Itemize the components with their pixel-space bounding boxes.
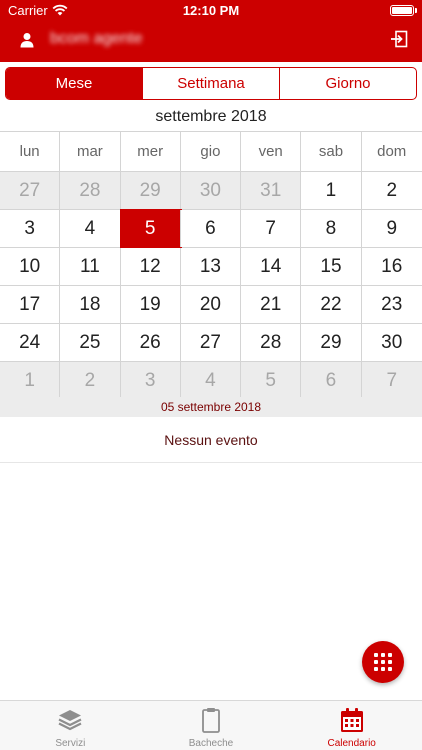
calendar-week-row: 10 11 12 13 14 15 16 [0, 248, 422, 286]
day-cell[interactable]: 19 [120, 286, 181, 323]
weekday-label: lun [0, 132, 61, 171]
calendar-week-row: 24 25 26 27 28 29 30 [0, 324, 422, 362]
day-cell[interactable]: 25 [60, 324, 121, 361]
day-cell[interactable]: 6 [180, 210, 242, 247]
day-cell[interactable]: 11 [60, 248, 121, 285]
day-cell-prev-month[interactable]: 31 [241, 172, 302, 209]
grid-icon [374, 653, 392, 671]
day-cell[interactable]: 9 [361, 210, 422, 247]
logout-icon[interactable] [390, 30, 408, 48]
tab-label: Servizi [55, 738, 86, 749]
user-icon[interactable] [20, 32, 34, 48]
tab-servizi[interactable]: Servizi [0, 701, 141, 750]
day-cell-prev-month[interactable]: 28 [60, 172, 121, 209]
day-cell-next-month[interactable]: 5 [241, 362, 302, 399]
day-cell[interactable]: 30 [361, 324, 422, 361]
day-cell-next-month[interactable]: 3 [120, 362, 181, 399]
weekday-label: dom [361, 132, 422, 171]
day-cell[interactable]: 3 [0, 210, 61, 247]
battery-icon [390, 5, 417, 16]
weekday-label: ven [241, 132, 302, 171]
tab-week[interactable]: Settimana [143, 68, 280, 99]
day-cell[interactable]: 18 [60, 286, 121, 323]
day-cell[interactable]: 27 [180, 324, 242, 361]
day-cell[interactable]: 21 [241, 286, 302, 323]
tab-label: Bacheche [188, 738, 234, 749]
day-cell-next-month[interactable]: 4 [180, 362, 242, 399]
no-events-message: Nessun evento [0, 417, 422, 463]
weekday-label: mer [120, 132, 181, 171]
day-cell-prev-month[interactable]: 30 [180, 172, 242, 209]
day-cell[interactable]: 1 [301, 172, 362, 209]
tab-month[interactable]: Mese [6, 68, 143, 99]
day-cell[interactable]: 24 [0, 324, 61, 361]
day-cell[interactable]: 20 [180, 286, 242, 323]
day-cell[interactable]: 22 [301, 286, 362, 323]
tab-day[interactable]: Giorno [280, 68, 416, 99]
weekday-label: gio [180, 132, 242, 171]
clipboard-icon [202, 708, 220, 733]
user-name: bcom agente [50, 30, 143, 47]
day-cell[interactable]: 29 [301, 324, 362, 361]
layers-icon [58, 710, 82, 731]
calendar-week-row: 27 28 29 30 31 1 2 [0, 172, 422, 210]
calendar-week-row: 17 18 19 20 21 22 23 [0, 286, 422, 324]
day-cell[interactable]: 10 [0, 248, 61, 285]
status-time: 12:10 PM [182, 3, 240, 18]
day-cell-selected[interactable]: 5 [119, 209, 182, 248]
day-cell[interactable]: 14 [241, 248, 302, 285]
tab-calendario[interactable]: Calendario [281, 701, 422, 750]
day-cell[interactable]: 2 [361, 172, 422, 209]
tab-label: Calendario [327, 738, 376, 749]
app-header: Carrier 12:10 PM bcom agente [0, 0, 422, 62]
view-mode-selector: Mese Settimana Giorno [5, 67, 417, 100]
day-cell[interactable]: 12 [120, 248, 181, 285]
day-cell[interactable]: 15 [301, 248, 362, 285]
weekday-header: lun mar mer gio ven sab dom [0, 132, 422, 172]
day-cell-next-month[interactable]: 2 [60, 362, 121, 399]
day-cell[interactable]: 13 [180, 248, 242, 285]
selected-date-label: 05 settembre 2018 [0, 397, 422, 417]
status-bar: Carrier 12:10 PM [0, 0, 422, 22]
day-cell-prev-month[interactable]: 27 [0, 172, 61, 209]
day-cell[interactable]: 4 [60, 210, 121, 247]
day-cell-next-month[interactable]: 7 [361, 362, 422, 399]
day-cell[interactable]: 16 [361, 248, 422, 285]
day-cell[interactable]: 7 [241, 210, 302, 247]
nav-bar: bcom agente [0, 22, 422, 62]
apps-grid-button[interactable] [362, 641, 404, 683]
day-cell[interactable]: 23 [361, 286, 422, 323]
day-cell[interactable]: 17 [0, 286, 61, 323]
day-cell-next-month[interactable]: 1 [0, 362, 61, 399]
month-title: settembre 2018 [155, 108, 267, 125]
day-cell-next-month[interactable]: 6 [301, 362, 362, 399]
month-calendar: lun mar mer gio ven sab dom 27 28 29 30 … [0, 131, 422, 400]
calendar-week-row: 3 4 5 6 7 8 9 [0, 209, 422, 248]
weekday-label: sab [301, 132, 362, 171]
calendar-week-row: 1 2 3 4 5 6 7 [0, 362, 422, 400]
weekday-label: mar [60, 132, 121, 171]
day-cell[interactable]: 28 [241, 324, 302, 361]
day-cell[interactable]: 26 [120, 324, 181, 361]
calendar-icon [340, 708, 363, 732]
tab-bar: Servizi Bacheche Calendario [0, 700, 422, 750]
tab-bacheche[interactable]: Bacheche [141, 701, 282, 750]
day-cell-prev-month[interactable]: 29 [120, 172, 181, 209]
day-cell[interactable]: 8 [301, 210, 362, 247]
